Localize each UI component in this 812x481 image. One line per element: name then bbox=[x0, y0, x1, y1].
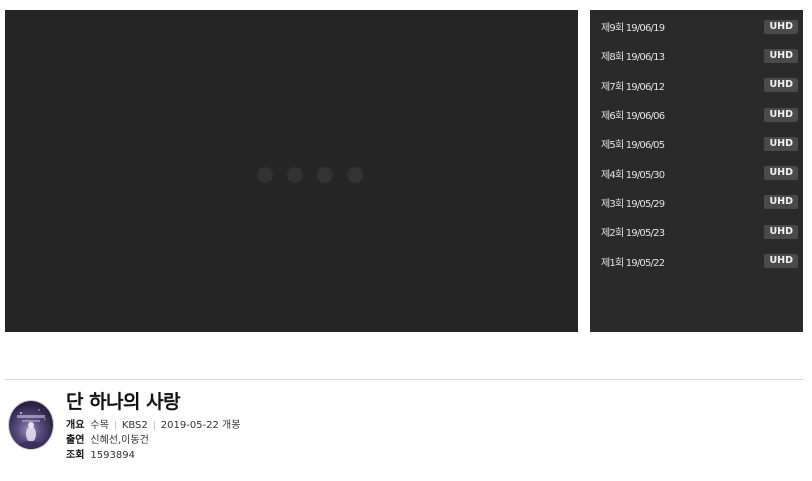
views-row: 조회 1593894 bbox=[66, 448, 240, 463]
episode-item[interactable]: 제5회 19/06/05 UHD bbox=[590, 129, 803, 158]
video-player[interactable] bbox=[5, 10, 578, 332]
uhd-badge: UHD bbox=[764, 166, 798, 181]
release-date: 2019-05-22 개봉 bbox=[160, 420, 241, 431]
views-label: 조회 bbox=[66, 450, 85, 461]
program-poster-thumbnail[interactable] bbox=[8, 400, 54, 450]
episode-label: 제1회 19/05/22 bbox=[601, 257, 665, 269]
episode-label: 제9회 19/06/19 bbox=[601, 23, 665, 35]
section-divider bbox=[5, 379, 805, 380]
episode-label: 제7회 19/06/12 bbox=[601, 81, 665, 93]
meta-separator bbox=[153, 421, 155, 430]
uhd-badge: UHD bbox=[764, 48, 798, 63]
program-meta: 개요 수목 KBS2 2019-05-22 개봉 출연 신혜선,이동건 조회 1… bbox=[66, 418, 240, 463]
episode-label: 제6회 19/06/06 bbox=[601, 111, 665, 123]
loading-spinner-icon bbox=[257, 167, 363, 183]
cast-row: 출연 신혜선,이동건 bbox=[66, 433, 240, 448]
episode-list: 제9회 19/06/19 UHD 제8회 19/06/13 UHD 제7회 19… bbox=[590, 10, 803, 332]
episode-item[interactable]: 제9회 19/06/19 UHD bbox=[590, 12, 803, 41]
uhd-badge: UHD bbox=[764, 195, 798, 210]
broadcast-days: 수목 bbox=[90, 420, 109, 431]
overview-label: 개요 bbox=[66, 420, 85, 431]
uhd-badge: UHD bbox=[764, 19, 798, 34]
overview-row: 개요 수목 KBS2 2019-05-22 개봉 bbox=[66, 418, 240, 433]
episode-label: 제2회 19/05/23 bbox=[601, 228, 665, 240]
episode-item[interactable]: 제4회 19/05/30 UHD bbox=[590, 158, 803, 187]
episode-item[interactable]: 제1회 19/05/22 UHD bbox=[590, 246, 803, 275]
view-count: 1593894 bbox=[90, 450, 135, 461]
episode-label: 제5회 19/06/05 bbox=[601, 140, 665, 152]
episode-label: 제8회 19/06/13 bbox=[601, 52, 665, 64]
episode-item[interactable]: 제8회 19/06/13 UHD bbox=[590, 41, 803, 70]
broadcast-channel: KBS2 bbox=[121, 420, 148, 431]
cast-names: 신혜선,이동건 bbox=[90, 435, 149, 446]
episode-item[interactable]: 제3회 19/05/29 UHD bbox=[590, 188, 803, 217]
episode-item[interactable]: 제6회 19/06/06 UHD bbox=[590, 100, 803, 129]
uhd-badge: UHD bbox=[764, 107, 798, 122]
uhd-badge: UHD bbox=[764, 224, 798, 239]
uhd-badge: UHD bbox=[764, 254, 798, 269]
uhd-badge: UHD bbox=[764, 78, 798, 93]
episode-item[interactable]: 제2회 19/05/23 UHD bbox=[590, 217, 803, 246]
cast-label: 출연 bbox=[66, 435, 85, 446]
episode-label: 제4회 19/05/30 bbox=[601, 169, 665, 181]
uhd-badge: UHD bbox=[764, 136, 798, 151]
poster-art-icon bbox=[17, 409, 46, 449]
meta-separator bbox=[114, 421, 116, 430]
episode-item[interactable]: 제7회 19/06/12 UHD bbox=[590, 71, 803, 100]
episode-label: 제3회 19/05/29 bbox=[601, 198, 665, 210]
program-title: 단 하나의 사랑 bbox=[66, 391, 181, 413]
